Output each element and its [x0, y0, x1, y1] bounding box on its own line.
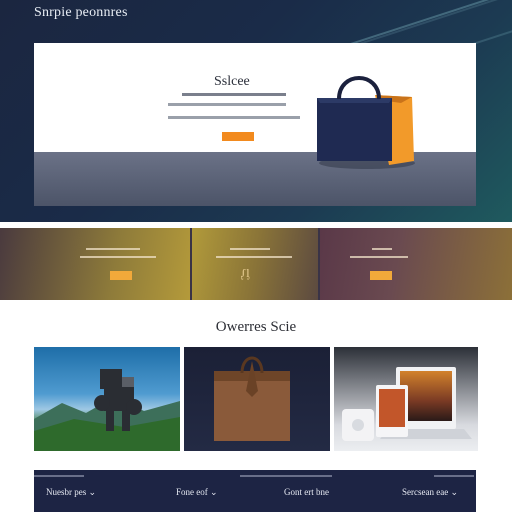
promo-text-line	[372, 248, 392, 250]
nav-text-line	[434, 475, 474, 477]
promo-text-line	[86, 248, 140, 250]
promo-panel-left	[0, 228, 190, 300]
promo-text-line	[216, 256, 292, 258]
nav-item-label: Gont ert bne	[284, 487, 329, 497]
shopping-bag-icon	[317, 76, 415, 169]
hero-banner: Sslcee	[34, 43, 476, 206]
product-card-leather-bag[interactable]	[184, 347, 330, 451]
promo-left-button[interactable]	[110, 271, 132, 280]
promo-panel-right	[320, 228, 512, 300]
chevron-down-icon: ⌄	[210, 487, 218, 497]
bottom-nav-bar: Nuesbr pes ⌄ Fone eof ⌄ Gont ert bne Ser…	[34, 470, 476, 512]
nav-text-line	[34, 475, 84, 477]
promo-logo-icon: ᶘᶅ	[241, 266, 250, 280]
promo-right-button[interactable]	[370, 271, 392, 280]
product-card-landscape[interactable]	[34, 347, 180, 451]
nav-item-label: Fone eof	[176, 487, 208, 497]
nav-item-label: Nuesbr pes	[46, 487, 87, 497]
top-hero-band: Snrpie peonnres Sslcee	[0, 0, 512, 222]
promo-text-line	[350, 256, 408, 258]
product-card-devices[interactable]	[334, 347, 478, 451]
promo-text-line	[230, 248, 270, 250]
hero-title: Sslcee	[214, 74, 250, 89]
site-title[interactable]: Snrpie peonnres	[34, 5, 128, 21]
hero-cta-button[interactable]	[222, 132, 254, 141]
landscape-image	[34, 369, 180, 451]
promo-panel-center: ᶘᶅ	[192, 228, 318, 300]
hero-text-line	[168, 116, 300, 119]
promo-text-line	[80, 256, 156, 258]
nav-item-label: Sercsean eae	[402, 487, 449, 497]
promo-strip: ᶘᶅ	[0, 228, 512, 300]
devices-icon	[342, 367, 472, 441]
nav-item-4[interactable]: Sercsean eae ⌄	[402, 487, 458, 498]
nav-text-line	[240, 475, 332, 477]
chevron-down-icon: ⌄	[88, 487, 97, 497]
nav-item-3[interactable]: Gont ert bne	[284, 487, 329, 497]
hero-text-line	[182, 93, 286, 96]
leather-bag-icon	[214, 356, 290, 441]
section-heading: Owerres Scie	[215, 319, 297, 335]
nav-item-1[interactable]: Nuesbr pes ⌄	[46, 487, 96, 498]
nav-item-2[interactable]: Fone eof ⌄	[176, 487, 218, 498]
hero-text-line	[168, 103, 286, 106]
chevron-down-icon: ⌄	[450, 487, 459, 497]
